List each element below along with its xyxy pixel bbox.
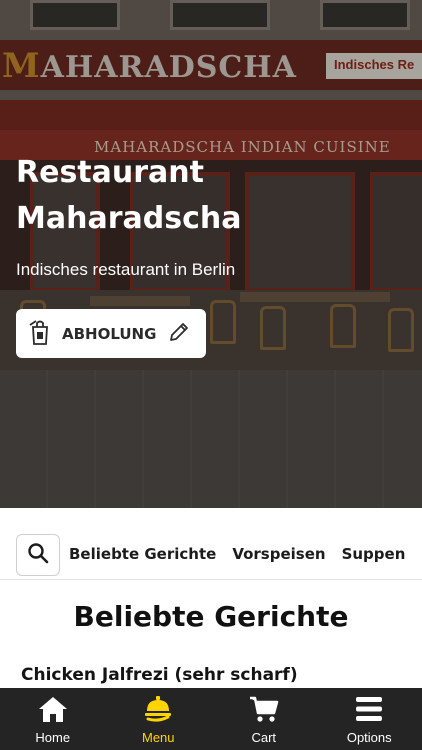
- nav-home-label: Home: [35, 730, 71, 745]
- nav-menu-label: Menu: [141, 730, 175, 745]
- order-mode-button[interactable]: ABHOLUNG: [16, 309, 206, 358]
- category-search-button[interactable]: [16, 534, 60, 576]
- dish-name[interactable]: Chicken Jalfrezi (sehr scharf): [21, 665, 298, 685]
- category-tab-vorspeisen[interactable]: Vorspeisen: [232, 545, 325, 563]
- restaurant-title: Restaurant Maharadscha: [16, 155, 242, 236]
- pencil-icon[interactable]: [168, 321, 190, 347]
- nav-options[interactable]: Options: [317, 688, 422, 750]
- category-tabs: Beliebte Gerichte Vorspeisen Suppen: [69, 545, 421, 563]
- hamburger-icon: [353, 695, 385, 727]
- order-mode-label: ABHOLUNG: [62, 324, 157, 343]
- takeaway-bag-icon: [28, 319, 52, 349]
- nav-menu[interactable]: Menu: [106, 688, 212, 750]
- cart-icon: [248, 695, 280, 727]
- nav-home[interactable]: Home: [0, 688, 106, 750]
- menu-dish-icon: [142, 695, 174, 727]
- restaurant-subtitle: Indisches restaurant in Berlin: [16, 260, 236, 279]
- category-tab-beliebte-gerichte[interactable]: Beliebte Gerichte: [69, 545, 216, 563]
- category-bar: Beliebte Gerichte Vorspeisen Suppen: [0, 530, 422, 580]
- section-title: Beliebte Gerichte: [73, 600, 349, 633]
- nav-options-label: Options: [346, 730, 392, 745]
- home-icon: [37, 695, 69, 727]
- search-icon: [27, 542, 49, 568]
- bottom-nav: Home Menu Cart Options: [0, 688, 422, 750]
- hero-banner: MAHARADSCHA Indisches Re MAHARADSCHA IND…: [0, 0, 422, 508]
- category-tab-suppen[interactable]: Suppen: [342, 545, 406, 563]
- hero-overlay: [0, 0, 422, 508]
- nav-cart[interactable]: Cart: [211, 688, 317, 750]
- nav-cart-label: Cart: [251, 730, 277, 745]
